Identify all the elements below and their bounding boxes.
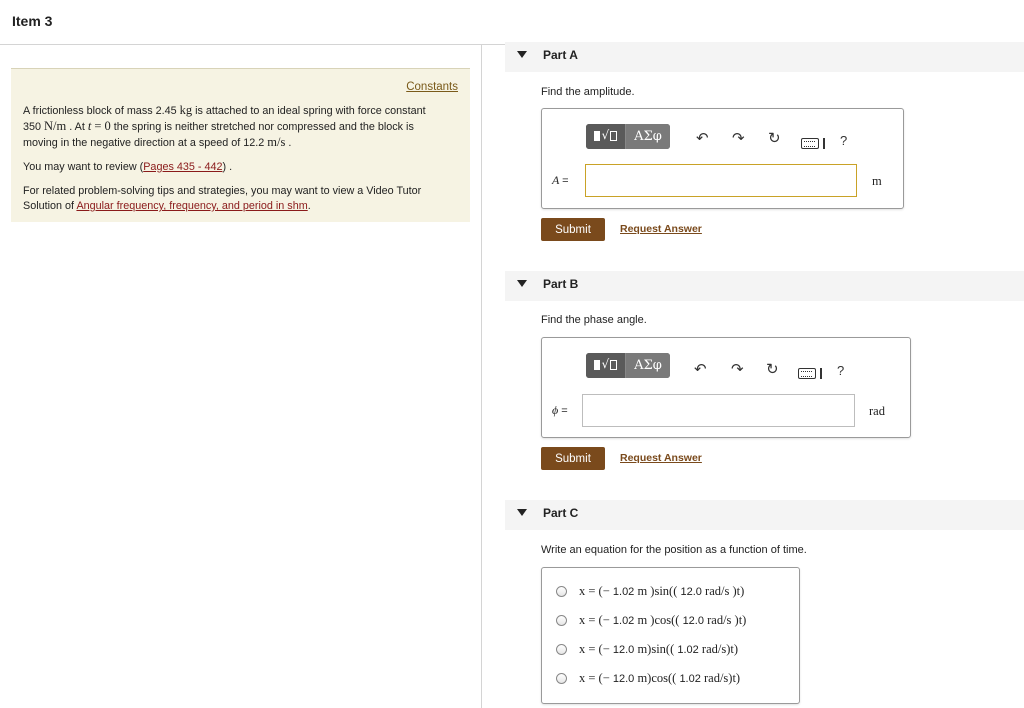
problem-text: You may want to review ( (23, 161, 144, 173)
option-2[interactable]: x = (− 1.02 m )cos(( 12.0 rad/s )t) (556, 611, 746, 629)
keyboard-icon[interactable] (801, 138, 819, 149)
variable-symbol: ϕ (552, 403, 559, 417)
part-a-header[interactable]: Part A (505, 42, 1024, 72)
part-c-prompt: Write an equation for the position as a … (541, 544, 807, 556)
problem-text: is attached to an ideal spring with forc… (195, 105, 426, 117)
reset-icon[interactable]: ↻ (768, 129, 781, 147)
radio-button[interactable] (556, 585, 567, 597)
part-a-answer-box: √ ΑΣφ ↶ ↷ ↻ ? A = m (541, 108, 904, 209)
problem-text: . (307, 200, 311, 212)
math-toolbar: √ ΑΣφ (586, 353, 670, 378)
part-b-answer-box: √ ΑΣφ ↶ ↷ ↻ ? ϕ = rad (541, 337, 911, 438)
part-b-answer-input[interactable] (582, 394, 855, 427)
radio-button[interactable] (556, 643, 567, 655)
keyboard-icon[interactable] (798, 368, 816, 379)
part-a-answer-input[interactable] (585, 164, 857, 197)
problem-text: the spring is neither stretched nor comp… (113, 121, 414, 133)
fraction-radical-button[interactable]: √ (586, 353, 626, 378)
problem-text: Solution of (23, 200, 75, 212)
help-button[interactable]: ? (840, 133, 847, 148)
problem-text: ) . (222, 161, 233, 173)
unit-kg: kg (179, 103, 193, 117)
cursor-bar-icon (823, 138, 825, 149)
part-b-variable: ϕ = (552, 403, 568, 418)
item-title: Item 3 (12, 13, 53, 29)
problem-text: A frictionless block of mass 2.45 (23, 105, 177, 117)
collapse-triangle-icon (517, 51, 527, 58)
undo-icon[interactable]: ↶ (694, 360, 707, 378)
problem-text: 350 (23, 121, 42, 133)
option-4[interactable]: x = (− 12.0 m)cos(( 1.02 rad/s)t) (556, 669, 740, 687)
part-b-request-answer-link[interactable]: Request Answer (620, 452, 702, 464)
problem-paragraph-1: A frictionless block of mass 2.45 kg is … (23, 103, 463, 151)
option-3[interactable]: x = (− 12.0 m)sin(( 1.02 rad/s)t) (556, 640, 738, 658)
problem-text: moving in the negative direction at a sp… (23, 137, 265, 149)
problem-statement: Constants A frictionless block of mass 2… (11, 68, 470, 222)
problem-text: For related problem-solving tips and str… (23, 185, 422, 197)
problem-text: . (288, 137, 292, 149)
part-a-prompt: Find the amplitude. (541, 86, 635, 98)
part-b-header[interactable]: Part B (505, 271, 1024, 301)
greek-symbols-button[interactable]: ΑΣφ (626, 353, 670, 378)
undo-icon[interactable]: ↶ (696, 129, 709, 147)
collapse-triangle-icon (517, 509, 527, 516)
part-c-header[interactable]: Part C (505, 500, 1024, 530)
problem-text: . At (69, 121, 85, 133)
redo-icon[interactable]: ↷ (731, 360, 744, 378)
unit-n-per-m: N/m (44, 119, 67, 133)
equals-sign: = (562, 175, 569, 187)
option-1[interactable]: x = (− 1.02 m )sin(( 12.0 rad/s )t) (556, 582, 744, 600)
part-b-prompt: Find the phase angle. (541, 314, 647, 326)
option-text: x = (− 1.02 m )cos(( 12.0 rad/s )t) (579, 612, 747, 627)
option-text: x = (− 1.02 m )sin(( 12.0 rad/s )t) (579, 583, 745, 598)
part-a-request-answer-link[interactable]: Request Answer (620, 223, 702, 235)
part-a-unit: m (872, 174, 882, 188)
cursor-bar-icon (820, 368, 822, 379)
variable-symbol: A (552, 173, 560, 187)
fraction-radical-button[interactable]: √ (586, 124, 626, 149)
math-toolbar: √ ΑΣφ (586, 124, 670, 149)
part-a-variable: A = (552, 173, 569, 188)
greek-symbols-button[interactable]: ΑΣφ (626, 124, 670, 149)
problem-paragraph-2: You may want to review (Pages 435 - 442)… (23, 160, 463, 175)
option-text: x = (− 12.0 m)cos(( 1.02 rad/s)t) (579, 670, 741, 685)
redo-icon[interactable]: ↷ (732, 129, 745, 147)
fraction-radical-icon: √ (592, 357, 620, 374)
equals-sign: = (561, 405, 568, 417)
part-b-label: Part B (543, 277, 579, 291)
pages-link[interactable]: Pages 435 - 442 (143, 161, 222, 173)
constants-link[interactable]: Constants (406, 81, 458, 93)
part-a-submit-button[interactable]: Submit (541, 218, 605, 241)
problem-text: = 0 (94, 119, 111, 133)
var-t: t (87, 119, 92, 133)
unit-m-per-s: m/s (267, 135, 286, 149)
problem-paragraph-3: For related problem-solving tips and str… (23, 184, 463, 214)
collapse-triangle-icon (517, 280, 527, 287)
reset-icon[interactable]: ↻ (766, 360, 779, 378)
radio-button[interactable] (556, 614, 567, 626)
video-tutor-link[interactable]: Angular frequency, frequency, and period… (76, 200, 307, 212)
column-divider (481, 45, 482, 708)
part-b-unit: rad (869, 404, 885, 418)
radio-button[interactable] (556, 672, 567, 684)
part-c-options: x = (− 1.02 m )sin(( 12.0 rad/s )t) x = … (541, 567, 800, 704)
part-c-label: Part C (543, 506, 579, 520)
part-a-label: Part A (543, 48, 578, 62)
part-b-submit-button[interactable]: Submit (541, 447, 605, 470)
option-text: x = (− 12.0 m)sin(( 1.02 rad/s)t) (579, 641, 739, 656)
help-button[interactable]: ? (837, 363, 844, 378)
fraction-radical-icon: √ (592, 128, 620, 145)
